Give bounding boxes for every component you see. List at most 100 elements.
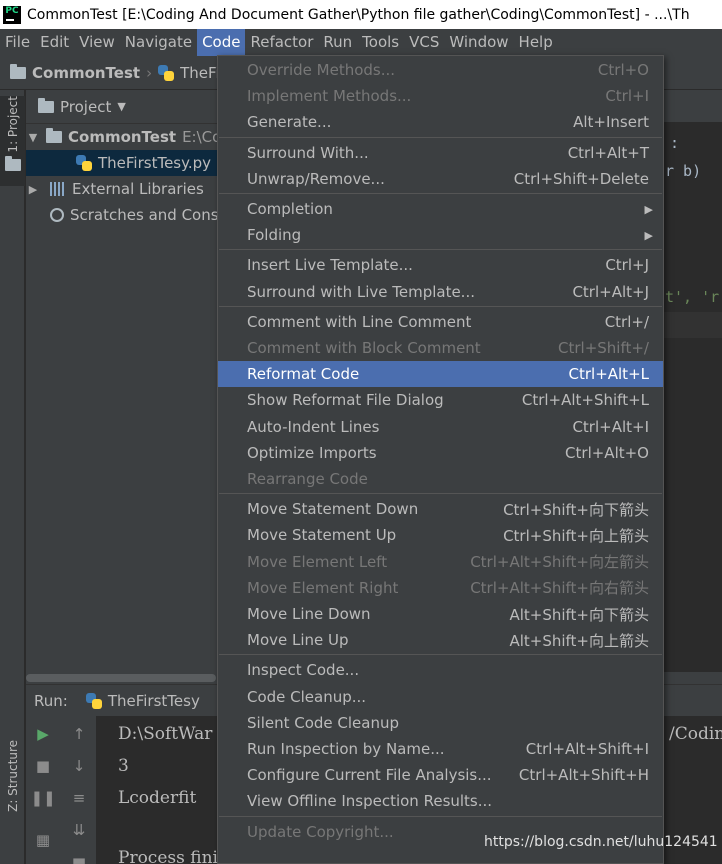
menu-item-shortcut: Ctrl+Alt+Shift+向右箭头 [470,579,649,598]
menu-separator [219,305,662,307]
menu-item-label: Run Inspection by Name... [247,740,445,758]
project-panel-header[interactable]: Project ▼ [26,90,222,124]
menu-item-insert-live-template[interactable]: Insert Live Template... Ctrl+J [218,252,663,278]
pause-icon[interactable]: ❚❚ [30,786,55,810]
menu-item-label: Unwrap/Remove... [247,169,385,188]
menu-run[interactable]: Run [318,29,357,56]
python-file-icon [158,64,175,81]
menu-navigate[interactable]: Navigate [120,29,197,56]
menu-item-comment-with-block-comment: Comment with Block Comment Ctrl+Shift+/ [218,335,663,361]
menu-item-surround-with-live-template[interactable]: Surround with Live Template... Ctrl+Alt+J [218,279,663,305]
menu-item-inspect-code[interactable]: Inspect Code... [218,657,663,683]
menu-item-view-offline-inspection-results[interactable]: View Offline Inspection Results... [218,788,663,814]
arrow-down-icon[interactable]: ↓ [67,754,91,778]
menu-item-shortcut: Ctrl+Shift+Delete [513,169,649,188]
folder-icon [46,128,62,143]
menu-item-shortcut: Ctrl+Alt+O [565,443,649,462]
menu-item-completion[interactable]: Completion ▶ [218,196,663,222]
expand-arrow-icon[interactable]: ▼ [26,131,40,144]
menu-file[interactable]: File [0,29,35,56]
menu-item-auto-indent-lines[interactable]: Auto-Indent Lines Ctrl+Alt+I [218,414,663,440]
menu-item-move-line-down[interactable]: Move Line Down Alt+Shift+向下箭头 [218,601,663,627]
run-label: Run: [34,691,68,710]
menu-item-label: Surround with Live Template... [247,282,475,301]
menu-item-label: Move Line Up [247,631,349,650]
tab-structure[interactable]: Z: Structure [0,740,25,840]
menu-item-code-cleanup[interactable]: Code Cleanup... [218,684,663,710]
python-file-icon [76,155,92,171]
menu-item-label: Comment with Line Comment [247,312,472,331]
menu-item-optimize-imports[interactable]: Optimize Imports Ctrl+Alt+O [218,440,663,466]
menu-item-label: Folding [247,226,302,245]
menubar: File Edit View Navigate Code Refactor Run Tools… [0,29,722,56]
menu-item-shortcut: Ctrl+O [597,61,649,79]
menu-item-shortcut: Ctrl+J [605,256,649,275]
project-panel-title: Project [60,97,112,116]
menu-item-folding[interactable]: Folding ▶ [218,222,663,248]
project-panel: Project ▼ ▼ CommonTest E:\Co TheFirstTes… [26,90,222,672]
window-title: CommonTest [E:\Coding And Document Gathe… [27,6,690,23]
run-tab[interactable]: TheFirstTesy [85,692,200,710]
menu-item-run-inspection-by-name[interactable]: Run Inspection by Name... Ctrl+Alt+Shift+… [218,736,663,762]
scroll-to-end-icon[interactable]: ⇊ [67,818,91,842]
menu-item-shortcut: Ctrl+/ [604,312,649,331]
menu-help[interactable]: Help [514,29,558,56]
menu-item-reformat-code[interactable]: Reformat Code Ctrl+Alt+L [218,361,663,388]
menu-item-shortcut: Ctrl+Shift+向上箭头 [503,526,649,545]
scrollbar-thumb[interactable] [26,674,216,682]
code-fragment: : [670,134,680,152]
menu-item-move-statement-down[interactable]: Move Statement Down Ctrl+Shift+向下箭头 [218,496,663,522]
menu-separator [219,249,662,251]
breadcrumb-project[interactable]: CommonTest [32,64,140,82]
menu-separator [219,136,662,138]
tree-item-label: TheFirstTesy.py [98,154,212,172]
menu-tools[interactable]: Tools [357,29,404,56]
menu-refactor[interactable]: Refactor [245,29,318,56]
tree-item-python-file[interactable]: TheFirstTesy.py [26,150,222,176]
menu-item-move-statement-up[interactable]: Move Statement Up Ctrl+Shift+向上箭头 [218,522,663,548]
window-titlebar: PC CommonTest [E:\Coding And Document Ga… [0,0,722,29]
menu-item-comment-with-line-comment[interactable]: Comment with Line Comment Ctrl+/ [218,309,663,335]
menu-item-label: Rearrange Code [247,470,368,488]
menu-item-label: Move Statement Down [247,500,419,519]
menu-window[interactable]: Window [444,29,513,56]
menu-item-label: Move Line Down [247,605,371,623]
menu-item-configure-current-file-analysis[interactable]: Configure Current File Analysis... Ctrl+A… [218,762,663,788]
menu-item-shortcut: Ctrl+Shift+/ [558,339,649,357]
stop-icon[interactable]: ■ [31,754,55,778]
menu-item-show-reformat-file-dialog[interactable]: Show Reformat File Dialog Ctrl+Alt+Shift+… [218,387,663,413]
tab-project-label: 1: Project [5,96,20,153]
menu-item-generate[interactable]: Generate... Alt+Insert [218,109,663,135]
tab-project[interactable]: 1: Project [0,96,25,186]
menu-item-label: Comment with Block Comment [247,339,481,357]
tree-item-project-root[interactable]: ▼ CommonTest E:\Co [26,124,222,150]
tree-item-label: External Libraries [72,180,204,198]
menu-edit[interactable]: Edit [35,29,74,56]
menu-code[interactable]: Code [197,29,246,56]
chevron-down-icon[interactable]: ▼ [117,100,125,113]
folder-icon [4,155,21,171]
menu-item-label: Override Methods... [247,61,396,79]
menu-item-label: Auto-Indent Lines [247,417,380,436]
menu-item-label: Surround With... [247,143,369,162]
menu-item-surround-with[interactable]: Surround With... Ctrl+Alt+T [218,140,663,166]
layout-icon[interactable]: ▦ [31,828,55,852]
run-icon[interactable]: ▶ [31,722,55,746]
menu-vcs[interactable]: VCS [404,29,444,56]
print-icon[interactable]: ▬ [67,848,91,864]
menu-item-shortcut: Ctrl+Alt+T [567,143,649,162]
tree-item-external-libraries[interactable]: ▶ External Libraries [26,176,222,202]
tree-item-scratches[interactable]: Scratches and Cons [26,202,222,228]
expand-arrow-icon[interactable]: ▶ [26,183,40,196]
soft-wrap-icon[interactable]: ≡ [67,786,91,810]
code-fragment: r b) [665,162,702,180]
pycharm-logo-icon: PC [3,5,21,24]
menu-view[interactable]: View [74,29,120,56]
menu-item-unwrap-remove[interactable]: Unwrap/Remove... Ctrl+Shift+Delete [218,166,663,192]
menu-item-label: Optimize Imports [247,443,377,462]
menu-item-move-line-up[interactable]: Move Line Up Alt+Shift+向上箭头 [218,627,663,653]
menu-item-shortcut: Ctrl+Alt+J [572,282,649,301]
arrow-up-icon[interactable]: ↑ [67,722,91,746]
menu-item-silent-code-cleanup[interactable]: Silent Code Cleanup [218,710,663,736]
menu-item-shortcut: Alt+Insert [573,113,649,132]
